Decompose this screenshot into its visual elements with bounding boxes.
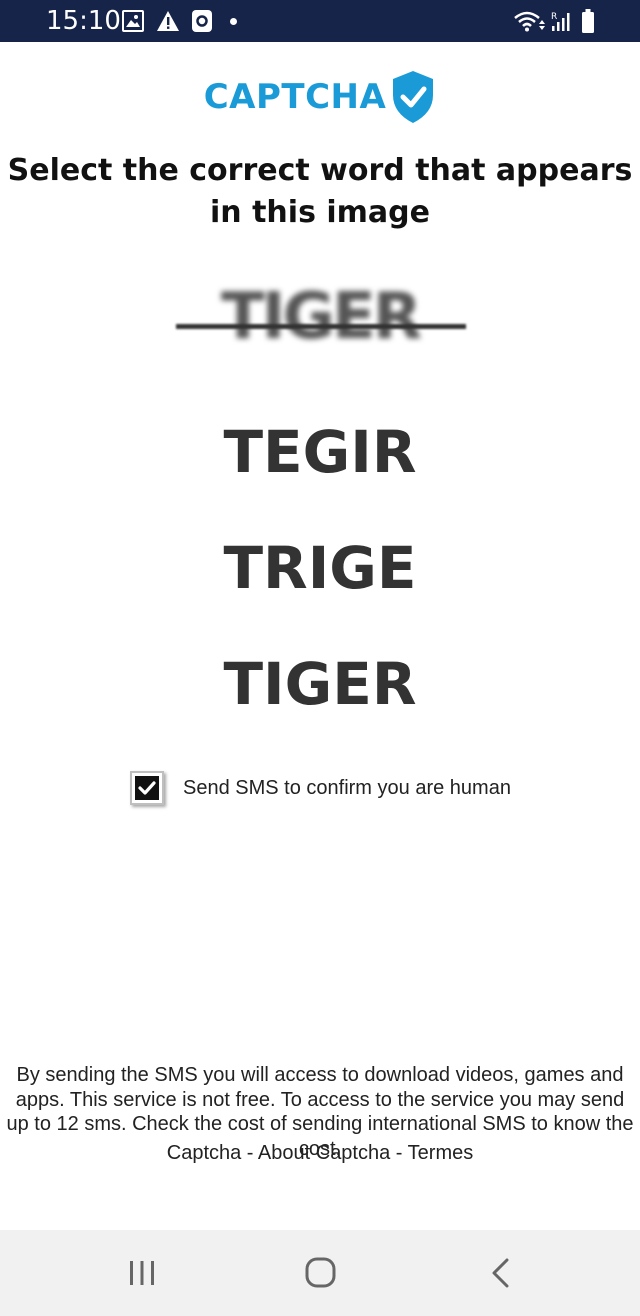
terms-link[interactable]: Termes xyxy=(408,1142,474,1164)
alert-icon xyxy=(156,10,180,32)
signal-icon: R xyxy=(550,10,572,32)
gallery-icon xyxy=(122,10,144,32)
captcha-logo: CAPTCHA xyxy=(0,66,640,128)
recents-icon[interactable] xyxy=(122,1256,162,1290)
sms-confirm-checkbox[interactable] xyxy=(130,771,164,805)
svg-text:R: R xyxy=(551,12,557,22)
footer-separator: - xyxy=(390,1142,408,1164)
option-1[interactable]: TEGIR xyxy=(0,414,640,490)
dot-icon xyxy=(230,18,237,25)
sms-confirm-label[interactable]: Send SMS to confirm you are human xyxy=(183,774,511,802)
battery-icon xyxy=(582,9,594,33)
captcha-image: TIGER xyxy=(172,272,468,362)
home-icon[interactable] xyxy=(301,1256,341,1290)
option-3[interactable]: TIGER xyxy=(0,646,640,722)
captcha-strike-line xyxy=(176,324,466,329)
status-bar: 15:10 R xyxy=(0,0,640,42)
wifi-icon xyxy=(512,10,546,32)
back-icon[interactable] xyxy=(482,1256,522,1290)
status-time: 15:10 xyxy=(46,6,121,36)
page-title: Select the correct word that appears in … xyxy=(7,153,633,230)
footer-links: Captcha - About Captcha - Termes xyxy=(0,1140,640,1166)
navigation-bar xyxy=(0,1230,640,1316)
logo-text: CAPTCHA xyxy=(203,77,387,117)
app-icon xyxy=(192,10,212,32)
checkbox-fill xyxy=(135,776,159,800)
footer-separator: - xyxy=(241,1142,258,1164)
about-captcha-link[interactable]: About Captcha xyxy=(258,1142,390,1164)
captcha-link[interactable]: Captcha xyxy=(167,1142,242,1164)
shield-check-icon xyxy=(393,71,434,123)
check-icon xyxy=(138,781,156,795)
captcha-image-text: TIGER xyxy=(221,280,422,354)
option-2[interactable]: TRIGE xyxy=(0,530,640,606)
